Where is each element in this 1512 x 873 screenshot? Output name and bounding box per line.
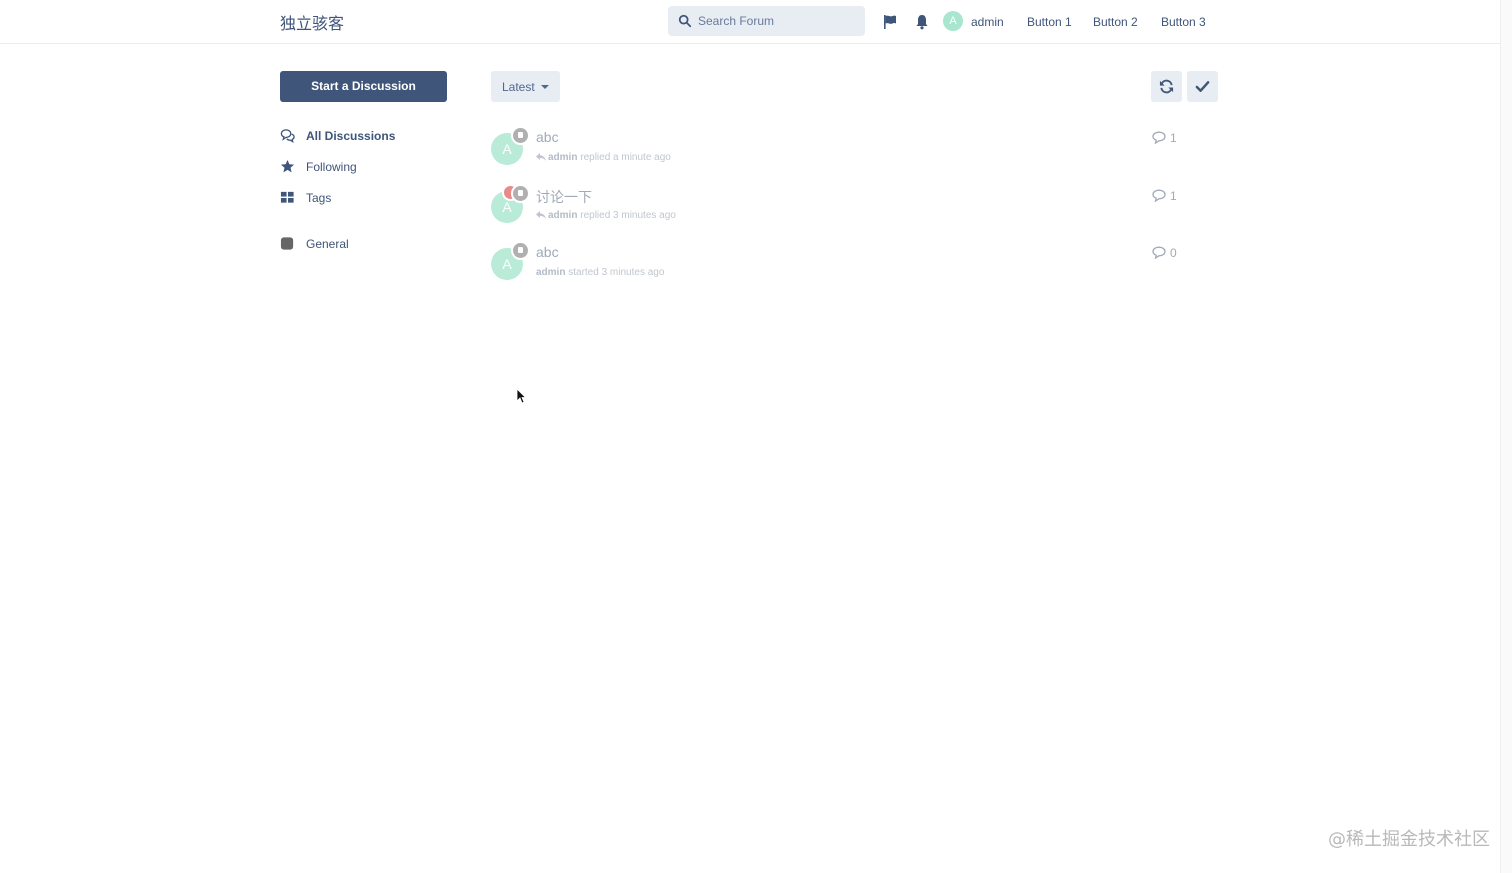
- discussion-action: replied a minute ago: [580, 152, 671, 163]
- reply-count-value: 1: [1170, 131, 1177, 145]
- header-button-3[interactable]: Button 3: [1161, 15, 1206, 29]
- discussion-list-item[interactable]: A abc admin started 3 minutes ago 0: [491, 239, 1219, 289]
- refresh-button[interactable]: [1151, 71, 1182, 102]
- comments-icon: [280, 129, 295, 143]
- sidebar-item-label: Following: [306, 160, 357, 174]
- username-menu[interactable]: admin: [971, 15, 1004, 29]
- reply-count[interactable]: 0: [1152, 246, 1177, 260]
- discussion-title[interactable]: abc: [536, 244, 559, 260]
- hidden-badge-icon: [511, 126, 530, 145]
- discussion-meta: admin replied 3 minutes ago: [536, 210, 676, 221]
- sort-dropdown[interactable]: Latest: [491, 71, 560, 102]
- mouse-cursor-icon: [516, 388, 526, 404]
- bell-icon[interactable]: [914, 14, 930, 30]
- comment-icon: [1152, 246, 1166, 260]
- discussion-user[interactable]: admin: [548, 210, 577, 221]
- tag-square-icon: [280, 237, 294, 250]
- comment-icon: [1152, 189, 1166, 203]
- discussion-list-item[interactable]: A abc admin replied a minute ago 1: [491, 124, 1219, 174]
- sidebar-item-label: Tags: [306, 191, 332, 205]
- reply-icon: [536, 211, 546, 220]
- reply-count[interactable]: 1: [1152, 131, 1177, 145]
- discussion-action: started 3 minutes ago: [568, 267, 665, 278]
- check-icon: [1195, 81, 1210, 92]
- reply-icon: [536, 153, 546, 162]
- discussion-title[interactable]: 讨论一下: [536, 187, 592, 207]
- reply-count-value: 0: [1170, 246, 1177, 260]
- watermark: @稀土掘金技术社区: [1328, 829, 1490, 850]
- discussion-meta: admin started 3 minutes ago: [536, 267, 664, 278]
- discussion-list-item[interactable]: A 讨论一下 admin replied 3 minutes ago 1: [491, 182, 1219, 232]
- discussion-user[interactable]: admin: [536, 267, 565, 278]
- search-placeholder: Search Forum: [698, 14, 775, 28]
- header: 独立骇客 Search Forum A admin Button 1 Butto…: [0, 0, 1500, 44]
- reply-count-value: 1: [1170, 189, 1177, 203]
- header-button-2[interactable]: Button 2: [1093, 15, 1138, 29]
- sort-label: Latest: [502, 80, 535, 94]
- discussion-user[interactable]: admin: [548, 152, 577, 163]
- sidebar-item-label: All Discussions: [306, 129, 396, 143]
- grid-icon: [280, 191, 294, 203]
- hidden-badge-icon: [511, 241, 530, 260]
- caret-down-icon: [541, 85, 549, 89]
- hidden-badge-icon: [511, 184, 530, 203]
- flag-icon[interactable]: [882, 14, 898, 30]
- mark-all-read-button[interactable]: [1187, 71, 1218, 102]
- header-button-1[interactable]: Button 1: [1027, 15, 1072, 29]
- page-scrollbar[interactable]: [1500, 0, 1512, 873]
- forum-brand[interactable]: 独立骇客: [280, 10, 344, 34]
- discussion-action: replied 3 minutes ago: [580, 210, 676, 221]
- user-avatar[interactable]: A: [943, 11, 963, 31]
- sidebar-item-label: General: [306, 237, 349, 251]
- search-icon: [678, 14, 692, 28]
- search-input[interactable]: Search Forum: [668, 6, 865, 36]
- discussion-title[interactable]: abc: [536, 129, 559, 145]
- reply-count[interactable]: 1: [1152, 189, 1177, 203]
- start-discussion-button[interactable]: Start a Discussion: [280, 71, 447, 102]
- discussion-meta: admin replied a minute ago: [536, 152, 671, 163]
- comment-icon: [1152, 131, 1166, 145]
- refresh-icon: [1159, 79, 1174, 94]
- star-icon: [280, 159, 295, 173]
